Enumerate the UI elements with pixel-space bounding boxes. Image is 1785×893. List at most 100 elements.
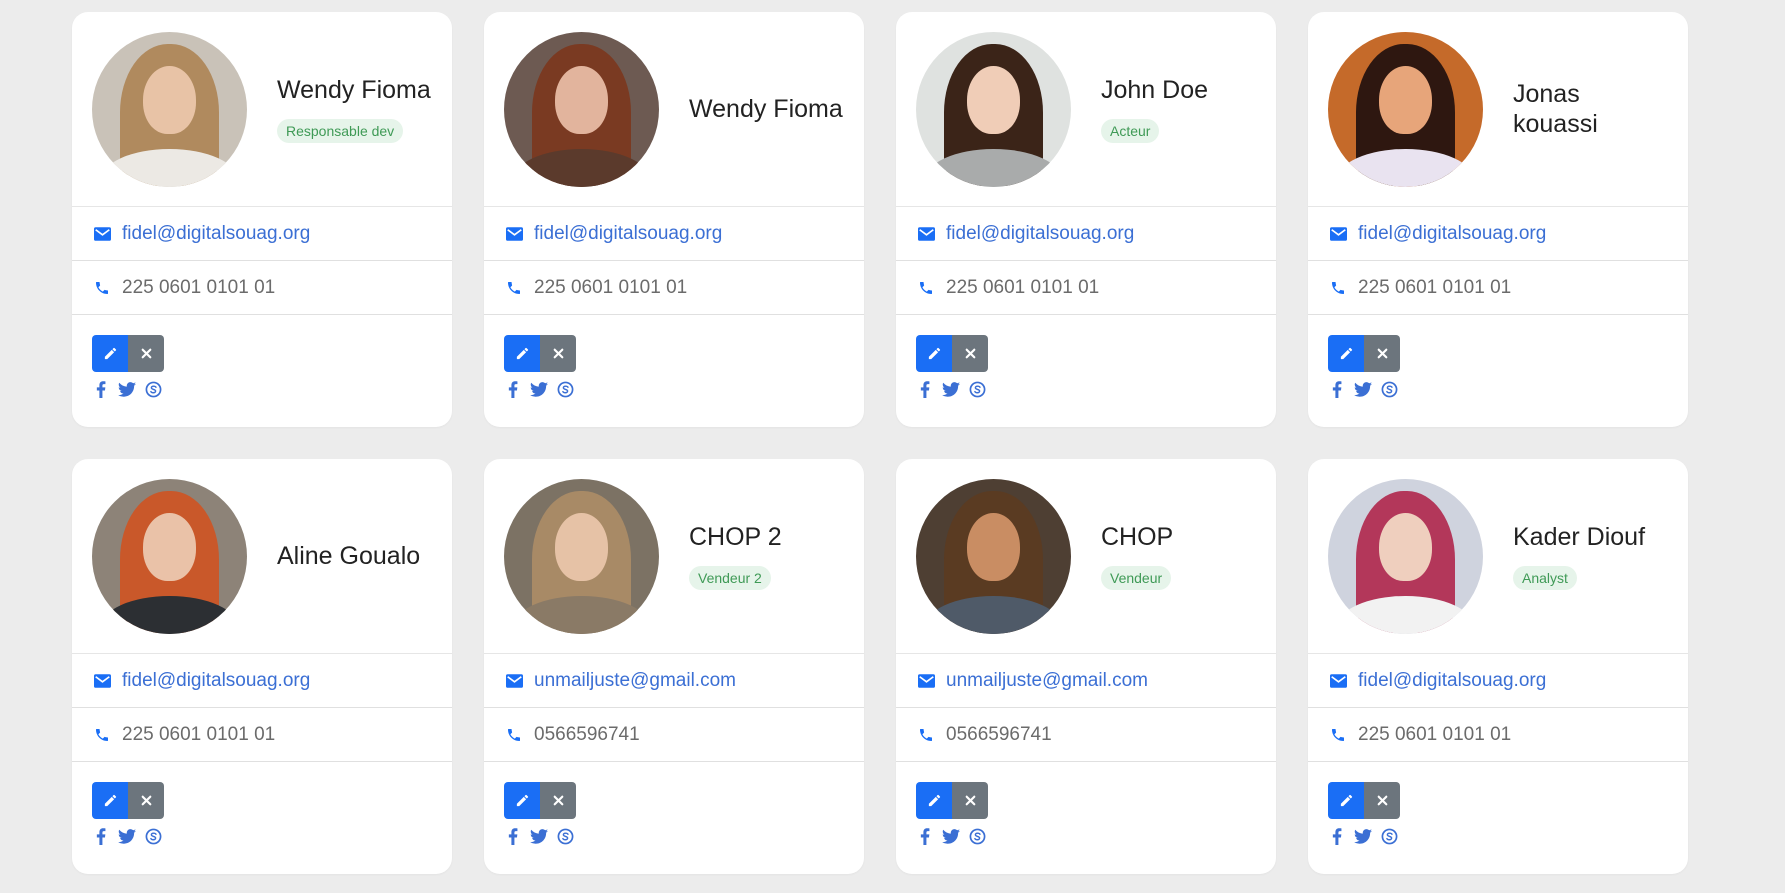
edit-button[interactable]	[92, 335, 128, 372]
facebook-icon[interactable]	[916, 380, 934, 398]
pencil-icon	[927, 793, 942, 808]
action-button-group	[92, 335, 432, 372]
avatar-face	[967, 65, 1020, 134]
role-badge: Responsable dev	[277, 119, 404, 143]
contact-info: CHOP Vendeur	[1101, 522, 1173, 590]
delete-button[interactable]	[128, 782, 164, 819]
twitter-icon[interactable]	[118, 827, 136, 845]
delete-button[interactable]	[952, 335, 988, 372]
email-link[interactable]: unmailjuste@gmail.com	[534, 670, 736, 692]
email-link[interactable]: fidel@digitalsouag.org	[122, 670, 310, 692]
edit-button[interactable]	[916, 782, 952, 819]
contact-info: John Doe Acteur	[1101, 75, 1208, 143]
email-link[interactable]: unmailjuste@gmail.com	[946, 670, 1148, 692]
social-links	[1328, 827, 1668, 845]
edit-button[interactable]	[504, 335, 540, 372]
avatar	[916, 31, 1071, 187]
action-button-group	[504, 782, 844, 819]
facebook-icon[interactable]	[504, 827, 522, 845]
skype-icon[interactable]	[556, 827, 574, 845]
contact-info: Jonas kouassi	[1513, 79, 1668, 139]
twitter-icon[interactable]	[530, 380, 548, 398]
phone-row: 0566596741	[484, 708, 864, 762]
edit-button[interactable]	[504, 782, 540, 819]
contact-card: Jonas kouassi fidel@digitalsouag.org 225…	[1308, 12, 1688, 427]
edit-button[interactable]	[1328, 335, 1364, 372]
card-actions	[484, 315, 864, 398]
phone-icon	[916, 725, 936, 745]
phone-icon	[92, 725, 112, 745]
card-header: Wendy Fioma	[484, 12, 864, 207]
facebook-icon[interactable]	[916, 827, 934, 845]
phone-row: 225 0601 0101 01	[896, 261, 1276, 315]
delete-button[interactable]	[1364, 335, 1400, 372]
facebook-icon[interactable]	[504, 380, 522, 398]
skype-icon[interactable]	[144, 380, 162, 398]
contact-name: CHOP 2	[689, 523, 782, 551]
email-link[interactable]: fidel@digitalsouag.org	[1358, 670, 1546, 692]
avatar-face	[555, 512, 608, 581]
skype-icon[interactable]	[968, 380, 986, 398]
phone-icon	[92, 278, 112, 298]
contact-card: Wendy Fioma Responsable dev fidel@digita…	[72, 12, 452, 427]
phone-icon	[504, 278, 524, 298]
mail-icon	[1328, 671, 1348, 691]
twitter-icon[interactable]	[530, 827, 548, 845]
contact-name: Kader Diouf	[1513, 523, 1646, 551]
phone-number: 225 0601 0101 01	[122, 276, 276, 298]
card-header: Aline Goualo	[72, 459, 452, 654]
email-link[interactable]: fidel@digitalsouag.org	[122, 223, 310, 245]
email-row: fidel@digitalsouag.org	[72, 654, 452, 708]
skype-icon[interactable]	[1380, 380, 1398, 398]
card-actions	[484, 762, 864, 845]
email-link[interactable]: fidel@digitalsouag.org	[534, 223, 722, 245]
email-link[interactable]: fidel@digitalsouag.org	[946, 223, 1134, 245]
mail-icon	[1328, 224, 1348, 244]
avatar	[504, 478, 659, 634]
action-button-group	[916, 335, 1256, 372]
skype-icon[interactable]	[556, 380, 574, 398]
skype-icon[interactable]	[1380, 827, 1398, 845]
pencil-icon	[103, 346, 118, 361]
avatar-face	[1379, 512, 1432, 581]
role-badge: Vendeur 2	[689, 566, 771, 590]
phone-number: 225 0601 0101 01	[946, 276, 1100, 298]
email-row: unmailjuste@gmail.com	[484, 654, 864, 708]
delete-button[interactable]	[1364, 782, 1400, 819]
edit-button[interactable]	[1328, 782, 1364, 819]
phone-number: 225 0601 0101 01	[1358, 276, 1512, 298]
action-button-group	[1328, 335, 1668, 372]
twitter-icon[interactable]	[1354, 380, 1372, 398]
phone-number: 0566596741	[534, 723, 640, 745]
delete-button[interactable]	[952, 782, 988, 819]
delete-button[interactable]	[128, 335, 164, 372]
facebook-icon[interactable]	[92, 827, 110, 845]
twitter-icon[interactable]	[942, 380, 960, 398]
mail-icon	[916, 224, 936, 244]
email-row: fidel@digitalsouag.org	[896, 207, 1276, 261]
facebook-icon[interactable]	[92, 380, 110, 398]
role-badge: Acteur	[1101, 119, 1160, 143]
close-icon	[140, 794, 153, 807]
edit-button[interactable]	[916, 335, 952, 372]
email-link[interactable]: fidel@digitalsouag.org	[1358, 223, 1546, 245]
skype-icon[interactable]	[144, 827, 162, 845]
card-header: John Doe Acteur	[896, 12, 1276, 207]
twitter-icon[interactable]	[942, 827, 960, 845]
twitter-icon[interactable]	[1354, 827, 1372, 845]
skype-icon[interactable]	[968, 827, 986, 845]
close-icon	[552, 347, 565, 360]
delete-button[interactable]	[540, 782, 576, 819]
facebook-icon[interactable]	[1328, 380, 1346, 398]
email-row: fidel@digitalsouag.org	[1308, 207, 1688, 261]
action-button-group	[916, 782, 1256, 819]
delete-button[interactable]	[540, 335, 576, 372]
twitter-icon[interactable]	[118, 380, 136, 398]
contact-info: Aline Goualo	[277, 541, 420, 571]
social-links	[504, 827, 844, 845]
mail-icon	[92, 224, 112, 244]
edit-button[interactable]	[92, 782, 128, 819]
contact-info: Wendy Fioma	[689, 94, 843, 124]
facebook-icon[interactable]	[1328, 827, 1346, 845]
contact-name: Aline Goualo	[277, 542, 421, 570]
